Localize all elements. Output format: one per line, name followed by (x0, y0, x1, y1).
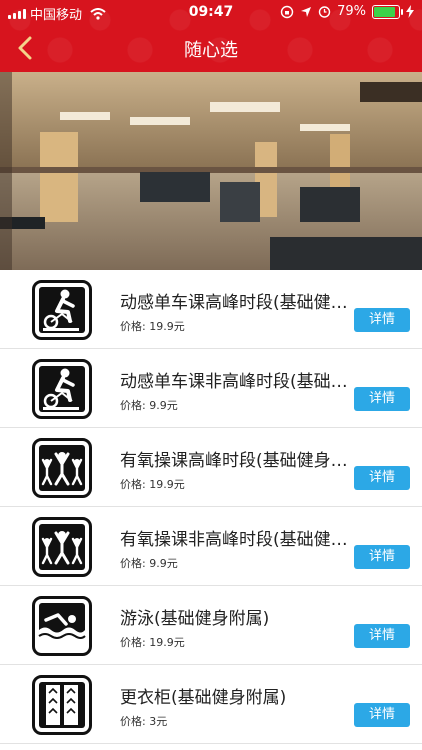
list-item[interactable]: 游泳(基础健身附属) 价格: 19.9元 详情 (0, 586, 422, 665)
details-button[interactable]: 详情 (354, 387, 410, 411)
swimming-icon (32, 596, 92, 656)
location-icon (301, 6, 312, 17)
list-item[interactable]: 有氧操课非高峰时段(基础健身附属) 价格: 9.9元 详情 (0, 507, 422, 586)
status-bar: 中国移动 09:47 79% (0, 0, 422, 24)
header: 中国移动 09:47 79% 随心选 (0, 0, 422, 72)
item-name: 游泳(基础健身附属) (120, 609, 270, 629)
course-list: 动感单车课高峰时段(基础健身附属) 价格: 19.9元 详情 动感单车课非高峰时… (0, 270, 422, 744)
details-button[interactable]: 详情 (354, 703, 410, 727)
page: 中国移动 09:47 79% 随心选 动感单车课高峰时段(基础健身 价格: 19… (0, 0, 422, 750)
item-price: 价格: 19.9元 (120, 320, 185, 333)
status-right: 79% (280, 4, 414, 19)
item-price: 价格: 3元 (120, 715, 168, 728)
item-price: 价格: 9.9元 (120, 399, 178, 412)
list-item[interactable]: 更衣柜(基础健身附属) 价格: 3元 详情 (0, 665, 422, 744)
spin-bike-icon (32, 280, 92, 340)
details-button[interactable]: 详情 (354, 624, 410, 648)
spin-bike-icon (32, 359, 92, 419)
locker-icon (32, 675, 92, 735)
battery-icon (372, 4, 403, 19)
details-button[interactable]: 详情 (354, 466, 410, 490)
item-price: 价格: 9.9元 (120, 557, 178, 570)
page-title: 随心选 (184, 40, 238, 61)
rotation-lock-icon (280, 5, 294, 18)
aerobics-icon (32, 438, 92, 498)
gym-banner-image (0, 72, 422, 270)
nav-bar: 随心选 (0, 24, 422, 72)
item-name: 有氧操课非高峰时段(基础健身附属) (120, 530, 352, 550)
item-name: 动感单车课高峰时段(基础健身附属) (120, 293, 352, 313)
item-name: 有氧操课高峰时段(基础健身附属) (120, 451, 352, 471)
details-button[interactable]: 详情 (354, 308, 410, 332)
list-item[interactable]: 动感单车课高峰时段(基础健身附属) 价格: 19.9元 详情 (0, 270, 422, 349)
list-item[interactable]: 动感单车课非高峰时段(基础健身附属) 价格: 9.9元 详情 (0, 349, 422, 428)
item-name: 更衣柜(基础健身附属) (120, 688, 287, 708)
list-item[interactable]: 有氧操课高峰时段(基础健身附属) 价格: 19.9元 详情 (0, 428, 422, 507)
charging-icon (406, 5, 414, 18)
item-price: 价格: 19.9元 (120, 636, 185, 649)
aerobics-icon (32, 517, 92, 577)
alarm-icon (318, 6, 331, 18)
item-price: 价格: 19.9元 (120, 478, 185, 491)
item-name: 动感单车课非高峰时段(基础健身附属) (120, 372, 352, 392)
battery-percent: 79% (337, 4, 366, 19)
details-button[interactable]: 详情 (354, 545, 410, 569)
